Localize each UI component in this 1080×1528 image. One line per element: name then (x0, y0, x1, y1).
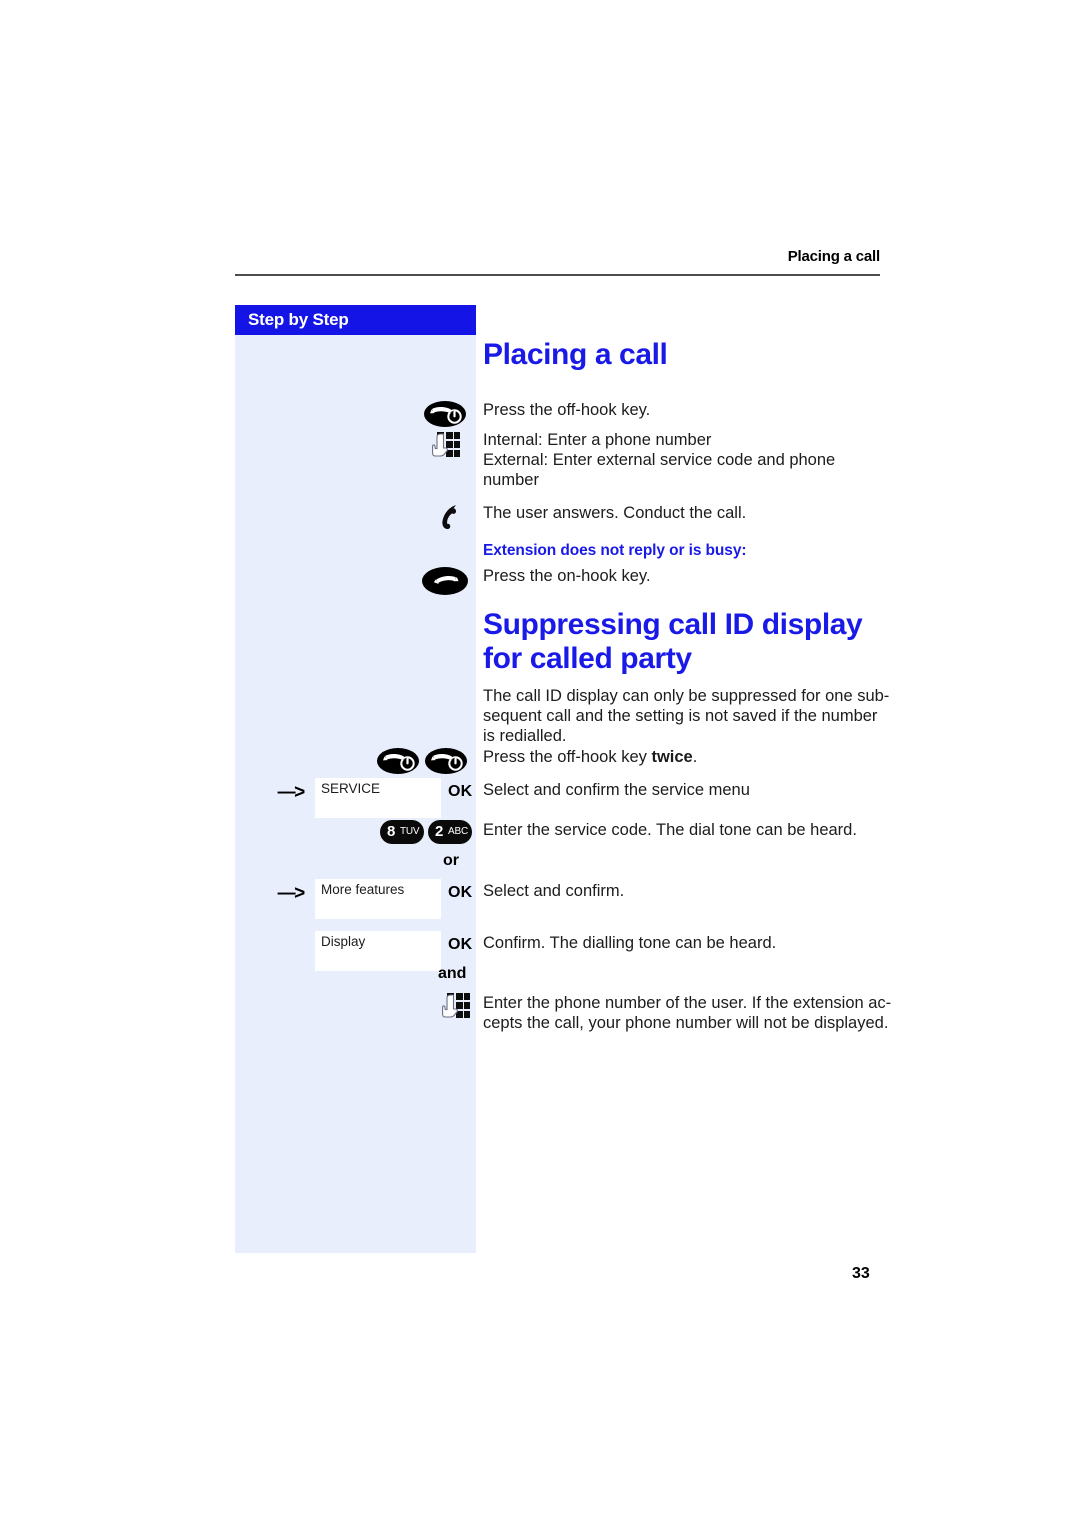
display-label: More features (321, 882, 405, 897)
key-digit: 8 (387, 823, 396, 840)
keypad-hand-icon (431, 432, 461, 466)
off-hook-key-icon (424, 400, 466, 428)
subheading-extension-busy: Extension does not reply or is busy: (483, 542, 747, 559)
step-text-line-1: Internal: Enter a phone number (483, 431, 712, 449)
text-bold-twice: twice (651, 748, 693, 766)
step-press-off-hook-twice: Press the off-hook key twice. (235, 747, 895, 779)
gutter (235, 993, 483, 1043)
step-text-line-2: cepts the call, your phone number will n… (483, 1014, 889, 1033)
gutter (235, 400, 483, 434)
step-text-line-1: Enter the phone number of the user. If t… (483, 994, 892, 1012)
off-hook-key-icon-second (425, 747, 467, 775)
intro-line-1: The call ID display can only be suppress… (483, 687, 890, 705)
page-number: 33 (852, 1265, 870, 1282)
header-rule (235, 274, 880, 276)
gutter: or (235, 852, 483, 876)
step-text-off-hook-twice: Press the off-hook key twice. (483, 747, 893, 767)
step-press-on-hook: Press the on-hook key. (235, 566, 895, 598)
key-8-tuv[interactable]: 8 TUV (380, 820, 424, 844)
step-text: Press the off-hook key. (483, 401, 651, 419)
ok-button-display[interactable]: OK (448, 936, 472, 954)
running-header: Placing a call (235, 248, 880, 278)
section-heading-suppressing: Suppressing call ID display for called p… (483, 608, 863, 675)
conjunction-or-row: or (235, 852, 895, 876)
gutter (235, 542, 483, 568)
keypad-hand-icon (441, 993, 471, 1027)
gutter (235, 430, 483, 492)
on-hook-key-icon (422, 566, 468, 596)
gutter: and (235, 965, 483, 989)
ok-button-service[interactable]: OK (448, 783, 472, 801)
running-header-text: Placing a call (787, 248, 880, 265)
step-text: Press the on-hook key. (483, 567, 651, 585)
step-text: Select and confirm the service menu (483, 781, 750, 799)
subheading-extension-busy-row: Extension does not reply or is busy: (235, 542, 895, 568)
gutter (235, 566, 483, 598)
step-enter-service-code: 8 TUV 2 ABC Enter the service code. The … (235, 820, 895, 850)
gutter (235, 503, 483, 533)
step-more-features: ––> More features OK Select and confirm. (235, 879, 895, 927)
display-label: SERVICE (321, 781, 381, 796)
gutter (235, 747, 483, 779)
display-box-more-features[interactable]: More features (315, 879, 441, 919)
sidebar-title-label: Step by Step (248, 310, 349, 329)
key-letters: TUV (400, 826, 420, 837)
ok-button-more-features[interactable]: OK (448, 884, 472, 902)
step-text-line-3: number (483, 471, 539, 490)
off-hook-key-icon (377, 747, 419, 775)
text-prefix: Press the off-hook key (483, 748, 652, 766)
display-label: Display (321, 934, 366, 949)
key-digit: 2 (435, 823, 444, 840)
text-suffix: . (692, 748, 698, 766)
step-press-off-hook: Press the off-hook key. (235, 400, 895, 434)
step-enter-number: Internal: Enter a phone number External:… (235, 430, 895, 492)
conjunction-and-row: and (235, 965, 895, 989)
arrow-dashed-icon: ––> (277, 883, 305, 904)
intro-line-2: sequent call and the setting is not save… (483, 707, 878, 726)
sidebar-title-bar: Step by Step (235, 305, 476, 335)
step-text: The user answers. Conduct the call. (483, 504, 747, 522)
arrow-dashed-icon: ––> (277, 782, 305, 803)
page-title: Placing a call (483, 338, 668, 371)
conjunction-and: and (438, 965, 467, 982)
display-box-service[interactable]: SERVICE (315, 778, 441, 818)
conjunction-or: or (443, 852, 459, 869)
step-text: Confirm. The dialling tone can be heard. (483, 934, 777, 952)
step-text-line-2: External: Enter external service code an… (483, 451, 836, 470)
key-letters: ABC (448, 826, 468, 837)
handset-icon (438, 503, 464, 531)
step-enter-user-number: Enter the phone number of the user. If t… (235, 993, 895, 1043)
intro-line-3: is redialled. (483, 727, 567, 746)
key-2-abc[interactable]: 2 ABC (428, 820, 472, 844)
step-text: Enter the service code. The dial tone ca… (483, 821, 857, 839)
step-user-answers: The user answers. Conduct the call. (235, 503, 895, 533)
step-text: Select and confirm. (483, 882, 625, 900)
gutter: ––> More features OK (235, 879, 483, 927)
gutter: 8 TUV 2 ABC (235, 820, 483, 850)
